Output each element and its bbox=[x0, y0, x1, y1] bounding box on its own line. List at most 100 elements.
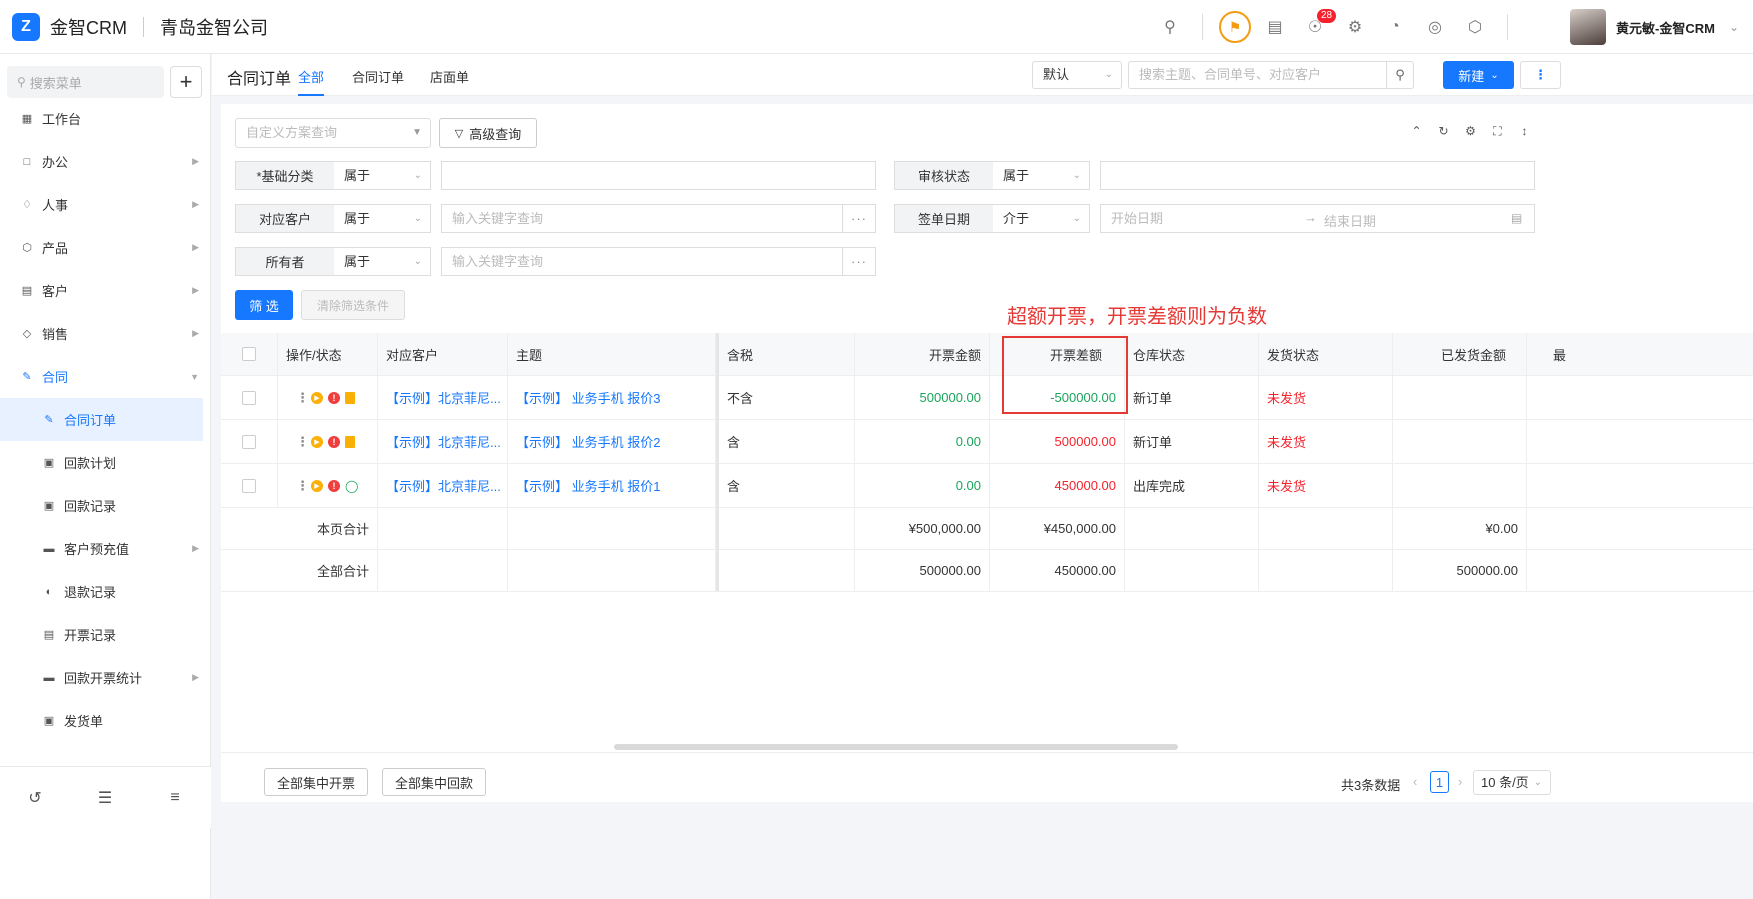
clear-filter-button[interactable]: 清除筛选条件 bbox=[301, 290, 405, 320]
sidebar-item-statistics[interactable]: ▬ 回款开票统计 ▶ bbox=[0, 656, 203, 699]
sidebar-item-delivery[interactable]: ▣ 发货单 bbox=[0, 699, 203, 742]
column-header[interactable]: 对应客户 bbox=[378, 333, 508, 375]
filter-input-customer[interactable]: 输入关键字查询 bbox=[441, 204, 843, 233]
table-row[interactable]: ⋮ ▶ ! 【示例】北京菲尼... 【示例】 业务手机 报价2 含 0.00 5… bbox=[221, 420, 1753, 464]
settings-icon[interactable]: ⚙ bbox=[1457, 124, 1484, 139]
select-all-checkbox[interactable] bbox=[242, 347, 256, 361]
column-header[interactable]: 含税 bbox=[719, 333, 855, 375]
sidebar-item-invoice-record[interactable]: ▤ 开票记录 bbox=[0, 613, 203, 656]
more-vertical-icon[interactable]: ⋮ bbox=[296, 390, 309, 406]
user-menu[interactable]: 黄元敏-金智CRM ⌄ bbox=[1570, 0, 1739, 54]
page-size-select[interactable]: 10 条/页 ⌄ bbox=[1473, 770, 1551, 795]
search-icon[interactable]: ⚲ bbox=[1150, 0, 1190, 54]
column-header[interactable]: 操作/状态 bbox=[278, 333, 378, 375]
sidebar-item-refund[interactable]: ◐ 退款记录 bbox=[0, 570, 203, 613]
fullscreen-icon[interactable]: ⛶ bbox=[1484, 124, 1511, 139]
filter-input-owner[interactable]: 输入关键字查询 bbox=[441, 247, 843, 276]
add-menu-button[interactable]: + bbox=[170, 66, 202, 98]
pie-chart-icon[interactable]: ◔ bbox=[1375, 0, 1415, 54]
tab-store-order[interactable]: 店面单 bbox=[430, 67, 469, 86]
customer-link[interactable]: 【示例】北京菲尼... bbox=[378, 464, 508, 507]
bell-icon[interactable]: ☉ 28 bbox=[1295, 0, 1337, 54]
more-vertical-icon[interactable]: ⋮ bbox=[296, 478, 309, 494]
filter-op-customer[interactable]: 属于 ⌄ bbox=[334, 204, 431, 233]
cube-icon[interactable]: ⬡ bbox=[1455, 0, 1495, 54]
play-status-icon[interactable]: ▶ bbox=[311, 391, 323, 404]
page-number-button[interactable]: 1 bbox=[1430, 771, 1449, 793]
tab-contract-order[interactable]: 合同订单 bbox=[352, 67, 404, 86]
sidebar-item-contract-order[interactable]: ✎ 合同订单 bbox=[0, 398, 203, 441]
search-button[interactable]: ⚲ bbox=[1386, 61, 1414, 89]
alert-icon[interactable]: ! bbox=[328, 391, 340, 404]
customer-picker-button[interactable]: ··· bbox=[843, 204, 876, 233]
document-icon[interactable] bbox=[345, 391, 355, 404]
sliders-icon[interactable]: ☰ bbox=[70, 788, 140, 808]
alert-icon[interactable]: ! bbox=[328, 479, 340, 492]
inbox-icon[interactable]: ▤ bbox=[1255, 0, 1295, 54]
sidebar-item-payment-record[interactable]: ▣ 回款记录 bbox=[0, 484, 203, 527]
column-header[interactable]: 开票金额 bbox=[855, 333, 990, 375]
customer-link[interactable]: 【示例】北京菲尼... bbox=[378, 420, 508, 463]
column-header[interactable]: 已发货金额 bbox=[1393, 333, 1527, 375]
prev-page-icon[interactable]: ‹ bbox=[1413, 774, 1417, 789]
tab-all[interactable]: 全部 bbox=[298, 67, 325, 96]
chat-icon[interactable]: ◯ bbox=[345, 479, 358, 493]
advanced-query-button[interactable]: ▽ 高级查询 bbox=[439, 118, 537, 148]
view-select[interactable]: 默认 ⌄ bbox=[1032, 61, 1122, 89]
sidebar-item-payment-plan[interactable]: ▣ 回款计划 bbox=[0, 441, 203, 484]
table-row[interactable]: ⋮ ▶ ! ◯ 【示例】北京菲尼... 【示例】 业务手机 报价1 含 0.00… bbox=[221, 464, 1753, 508]
column-header[interactable]: 仓库状态 bbox=[1125, 333, 1259, 375]
filter-op-sign-date[interactable]: 介于 ⌄ bbox=[993, 204, 1090, 233]
owner-picker-button[interactable]: ··· bbox=[843, 247, 876, 276]
filter-op-category[interactable]: 属于 ⌄ bbox=[334, 161, 431, 190]
main-search-input[interactable]: 搜索主题、合同单号、对应客户 bbox=[1128, 61, 1386, 89]
filter-op-audit[interactable]: 属于 ⌄ bbox=[993, 161, 1090, 190]
column-header[interactable]: 最 bbox=[1527, 333, 1753, 375]
filter-input-category[interactable] bbox=[441, 161, 876, 190]
sidebar-item-office[interactable]: □ 办公 ▶ bbox=[0, 140, 203, 183]
sidebar-item-sales[interactable]: ◇ 销售 ▶ bbox=[0, 312, 203, 355]
subject-link[interactable]: 【示例】 业务手机 报价2 bbox=[508, 420, 716, 463]
filter-button[interactable]: 筛 选 bbox=[235, 290, 293, 320]
next-page-icon[interactable]: › bbox=[1458, 774, 1462, 789]
collapse-up-icon[interactable]: ⌃ bbox=[1403, 124, 1430, 139]
alert-icon[interactable]: ! bbox=[328, 435, 340, 448]
play-status-icon[interactable]: ▶ bbox=[311, 479, 323, 492]
sidebar-item-contract[interactable]: ✎ 合同 ▼ bbox=[0, 355, 203, 398]
subject-link[interactable]: 【示例】 业务手机 报价1 bbox=[508, 464, 716, 507]
row-checkbox[interactable] bbox=[242, 390, 256, 405]
row-height-icon[interactable]: ↕ bbox=[1511, 124, 1538, 139]
announcement-icon[interactable]: ⚑ bbox=[1219, 11, 1251, 43]
sidebar-item-workbench[interactable]: ▦ 工作台 bbox=[0, 97, 203, 140]
column-header[interactable]: 主题 bbox=[508, 333, 716, 375]
batch-invoice-button[interactable]: 全部集中开票 bbox=[264, 768, 368, 796]
menu-search-input[interactable]: ⚲ 搜索菜单 bbox=[7, 66, 164, 98]
refresh-icon[interactable]: ↻ bbox=[1430, 124, 1457, 139]
sidebar-item-hr[interactable]: ♢ 人事 ▶ bbox=[0, 183, 203, 226]
customer-link[interactable]: 【示例】北京菲尼... bbox=[378, 376, 508, 419]
batch-payment-button[interactable]: 全部集中回款 bbox=[382, 768, 486, 796]
collapse-menu-icon[interactable]: ≡ bbox=[140, 789, 210, 807]
filter-op-owner[interactable]: 属于 ⌄ bbox=[334, 247, 431, 276]
chevron-down-icon[interactable]: ⌄ bbox=[1729, 20, 1739, 34]
table-row[interactable]: ⋮ ▶ ! 【示例】北京菲尼... 【示例】 业务手机 报价3 不含 50000… bbox=[221, 376, 1753, 420]
new-button[interactable]: 新建 ⌄ bbox=[1443, 61, 1514, 89]
history-icon[interactable]: ↺ bbox=[0, 788, 70, 808]
filter-input-audit[interactable] bbox=[1100, 161, 1535, 190]
sidebar-item-product[interactable]: ⬡ 产品 ▶ bbox=[0, 226, 203, 269]
scheme-select[interactable]: 自定义方案查询 ▼ bbox=[235, 118, 431, 148]
date-range-input[interactable]: 开始日期 bbox=[1100, 204, 1535, 233]
column-header[interactable]: 发货状态 bbox=[1259, 333, 1393, 375]
row-checkbox[interactable] bbox=[242, 478, 256, 493]
horizontal-scrollbar[interactable] bbox=[614, 744, 1178, 750]
sidebar-item-prepaid[interactable]: ▬ 客户预充值 ▶ bbox=[0, 527, 203, 570]
row-checkbox[interactable] bbox=[242, 434, 256, 449]
more-vertical-icon[interactable]: ⋮ bbox=[296, 434, 309, 450]
document-icon[interactable] bbox=[345, 435, 355, 448]
sidebar-item-customer[interactable]: ▤ 客户 ▶ bbox=[0, 269, 203, 312]
avatar[interactable] bbox=[1570, 9, 1606, 45]
more-options-button[interactable]: ⋮ bbox=[1520, 61, 1561, 89]
subject-link[interactable]: 【示例】 业务手机 报价3 bbox=[508, 376, 716, 419]
gear-icon[interactable]: ⚙ bbox=[1335, 0, 1375, 54]
play-status-icon[interactable]: ▶ bbox=[311, 435, 323, 448]
